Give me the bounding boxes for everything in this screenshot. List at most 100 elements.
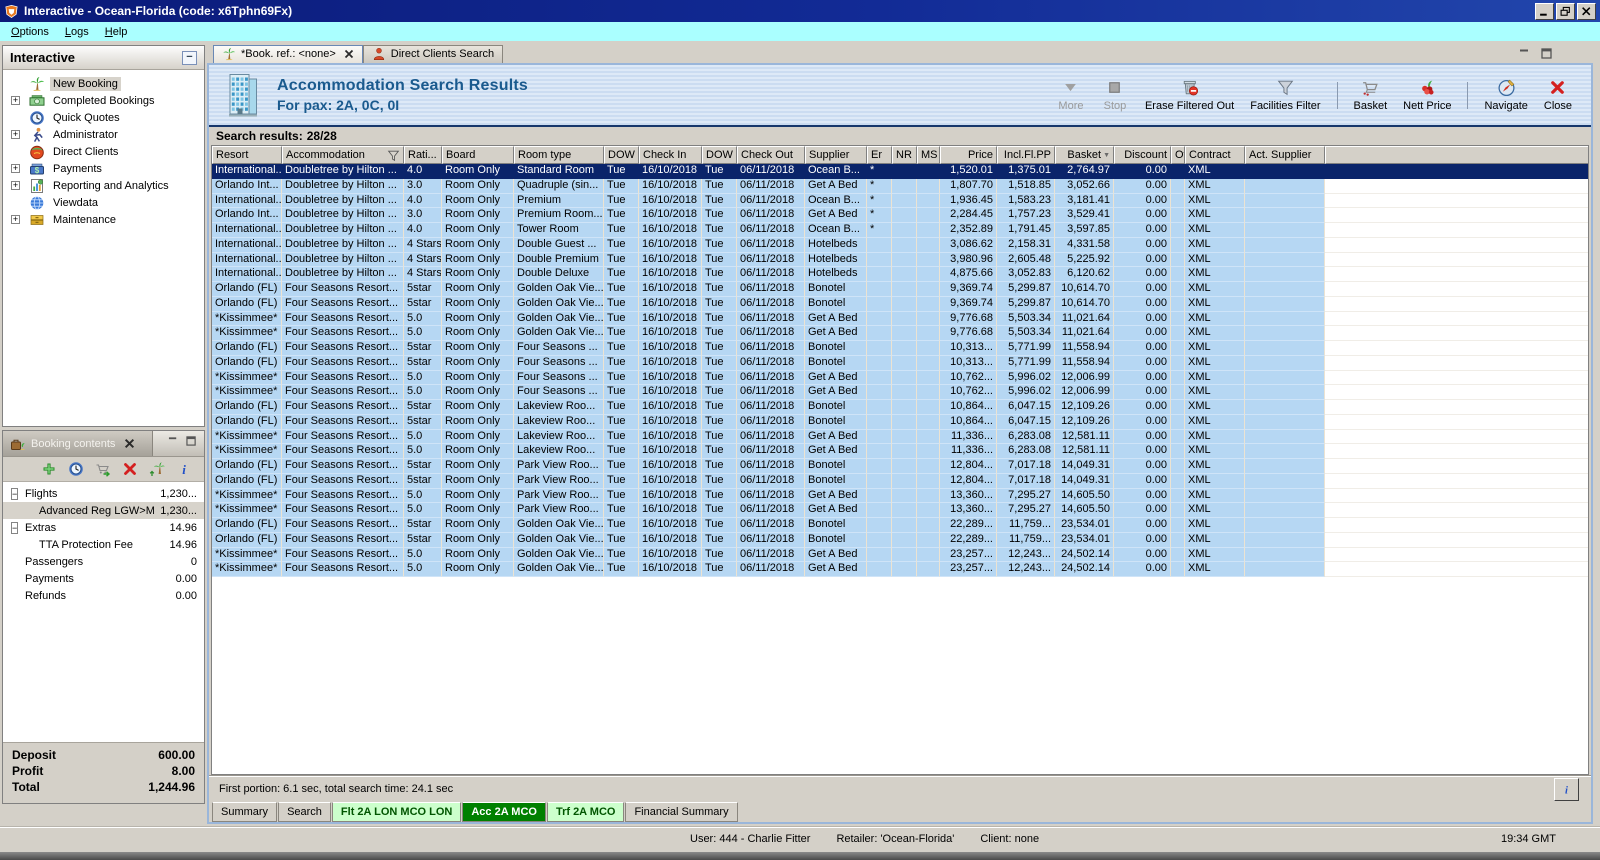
column-header-contract[interactable]: Contract bbox=[1185, 146, 1245, 164]
menu-logs[interactable]: Logs bbox=[57, 24, 97, 40]
quote-icon[interactable] bbox=[68, 461, 84, 477]
table-row[interactable]: *Kissimmee* Four Seasons Resort... 5.0 Room… bbox=[212, 429, 1588, 445]
collapse-panel-button[interactable]: − bbox=[182, 50, 197, 65]
table-row[interactable]: International... Doubletree by Hilton ...… bbox=[212, 252, 1588, 268]
table-row[interactable]: Orlando (FL) Four Seasons Resort... 5star R… bbox=[212, 282, 1588, 297]
table-row[interactable]: Orlando Int... Doubletree by Hilton ... 3.… bbox=[212, 178, 1588, 194]
sidebar-item-direct-clients[interactable]: Direct Clients bbox=[3, 143, 204, 160]
info-icon[interactable]: i bbox=[176, 461, 192, 477]
table-row[interactable]: Orlando (FL) Four Seasons Resort... 5star R… bbox=[212, 355, 1588, 371]
bottom-tab-financial-summary[interactable]: Financial Summary bbox=[625, 802, 738, 822]
booking-row-tta-protection-fee[interactable]: TTA Protection Fee 14.96 bbox=[3, 536, 204, 553]
booking-row-advanced-reg-lgw-m[interactable]: Advanced Reg LGW>M 1,230... bbox=[3, 502, 204, 519]
column-header-price[interactable]: Price bbox=[940, 146, 997, 164]
table-row[interactable]: International... Doubletree by Hilton ...… bbox=[212, 193, 1588, 209]
table-row[interactable]: International... Doubletree by Hilton ...… bbox=[212, 164, 1588, 179]
table-row[interactable]: *Kissimmee* Four Seasons Resort... 5.0 Room… bbox=[212, 444, 1588, 459]
table-row[interactable]: Orlando (FL) Four Seasons Resort... 5star R… bbox=[212, 473, 1588, 489]
collapse-toggle[interactable]: − bbox=[11, 521, 19, 534]
basket-button[interactable]: Basket bbox=[1347, 74, 1395, 117]
facilities-filter-button[interactable]: Facilities Filter bbox=[1243, 74, 1327, 117]
table-row[interactable]: Orlando Int... Doubletree by Hilton ... 3.… bbox=[212, 208, 1588, 223]
stop-button[interactable]: Stop bbox=[1094, 74, 1136, 117]
menu-help[interactable]: Help bbox=[97, 24, 136, 40]
minimize-button[interactable] bbox=[1535, 2, 1554, 20]
column-header-board[interactable]: Board bbox=[442, 146, 514, 164]
table-row[interactable]: Orlando (FL) Four Seasons Resort... 5star R… bbox=[212, 518, 1588, 533]
mdi-maximize-icon[interactable] bbox=[1541, 48, 1553, 59]
column-header-supplier[interactable]: Supplier bbox=[805, 146, 867, 164]
cart-go-icon[interactable] bbox=[95, 461, 111, 477]
column-header-basket[interactable]: Basket ▼ bbox=[1055, 146, 1114, 164]
column-header-dow[interactable]: DOW bbox=[702, 146, 737, 164]
booking-row-passengers[interactable]: Passengers 0 bbox=[3, 553, 204, 570]
menu-options[interactable]: Options bbox=[3, 24, 57, 40]
close-panel-icon[interactable] bbox=[124, 438, 135, 449]
close-window-button[interactable] bbox=[1577, 2, 1596, 20]
table-row[interactable]: International... Doubletree by Hilton ...… bbox=[212, 223, 1588, 238]
delete-icon[interactable] bbox=[122, 461, 138, 477]
table-row[interactable]: *Kissimmee* Four Seasons Resort... 5.0 Room… bbox=[212, 503, 1588, 518]
bottom-tab-summary[interactable]: Summary bbox=[212, 802, 278, 822]
booking-row-extras[interactable]: − Extras 14.96 bbox=[3, 519, 204, 536]
bottom-tab-trf-2a-mco[interactable]: Trf 2A MCO bbox=[546, 802, 625, 822]
table-row[interactable]: *Kissimmee* Four Seasons Resort... 5.0 Room… bbox=[212, 370, 1588, 386]
column-header-room-type[interactable]: Room type bbox=[514, 146, 604, 164]
table-row[interactable]: Orlando (FL) Four Seasons Resort... 5star R… bbox=[212, 414, 1588, 430]
column-header-check-out[interactable]: Check Out bbox=[737, 146, 805, 164]
table-row[interactable]: Orlando (FL) Four Seasons Resort... 5star R… bbox=[212, 296, 1588, 312]
table-row[interactable]: International... Doubletree by Hilton ...… bbox=[212, 267, 1588, 282]
sidebar-item-payments[interactable]: + $ Payments bbox=[3, 160, 204, 177]
column-header-act-supplier[interactable]: Act. Supplier bbox=[1245, 146, 1325, 164]
table-row[interactable]: Orlando (FL) Four Seasons Resort... 5star R… bbox=[212, 532, 1588, 548]
expand-toggle[interactable]: + bbox=[11, 130, 20, 139]
column-header-dow[interactable]: DOW bbox=[604, 146, 639, 164]
column-header-discount[interactable]: Discount bbox=[1114, 146, 1171, 164]
tab-direct-clients-search[interactable]: Direct Clients Search bbox=[362, 45, 504, 63]
table-row[interactable]: *Kissimmee* Four Seasons Resort... 5.0 Room… bbox=[212, 562, 1588, 577]
restore-button[interactable] bbox=[1556, 2, 1575, 20]
sidebar-item-administrator[interactable]: + Administrator bbox=[3, 126, 204, 143]
expand-toggle[interactable]: + bbox=[11, 164, 20, 173]
table-row[interactable]: Orlando (FL) Four Seasons Resort... 5star R… bbox=[212, 341, 1588, 356]
expand-toggle[interactable]: + bbox=[11, 215, 20, 224]
sidebar-item-maintenance[interactable]: + Maintenance bbox=[3, 211, 204, 228]
booking-row-refunds[interactable]: Refunds 0.00 bbox=[3, 587, 204, 604]
column-header-accommodation[interactable]: Accommodation bbox=[282, 146, 404, 164]
table-row[interactable]: *Kissimmee* Four Seasons Resort... 5.0 Room… bbox=[212, 488, 1588, 504]
column-header-rati[interactable]: Rati... bbox=[404, 146, 442, 164]
navigate-button[interactable]: Navigate bbox=[1477, 74, 1534, 117]
table-row[interactable]: Orlando (FL) Four Seasons Resort... 5star R… bbox=[212, 459, 1588, 474]
collapse-toggle[interactable]: − bbox=[11, 487, 19, 500]
table-row[interactable]: *Kissimmee* Four Seasons Resort... 5.0 Room… bbox=[212, 311, 1588, 327]
mdi-minimize-icon[interactable] bbox=[1519, 48, 1531, 59]
column-header-ms[interactable]: MS bbox=[917, 146, 940, 164]
panel-minimize-icon[interactable] bbox=[168, 436, 179, 446]
close-tab-icon[interactable] bbox=[344, 49, 354, 59]
erase-filtered-out-button[interactable]: Erase Filtered Out bbox=[1138, 74, 1241, 117]
filter-icon[interactable] bbox=[387, 149, 400, 162]
bottom-tab-flt-2a-lon-mco-lon[interactable]: Flt 2A LON MCO LON bbox=[331, 802, 462, 822]
info-button[interactable]: i bbox=[1554, 778, 1579, 801]
table-row[interactable]: *Kissimmee* Four Seasons Resort... 5.0 Room… bbox=[212, 385, 1588, 400]
booking-row-flights[interactable]: − Flights 1,230... bbox=[3, 485, 204, 502]
booking-contents-tab[interactable]: Booking contents bbox=[3, 431, 153, 456]
table-row[interactable]: Orlando (FL) Four Seasons Resort... 5star R… bbox=[212, 400, 1588, 415]
sidebar-item-viewdata[interactable]: Viewdata bbox=[3, 194, 204, 211]
column-header-er[interactable]: Er bbox=[867, 146, 892, 164]
sidebar-item-quick-quotes[interactable]: Quick Quotes bbox=[3, 109, 204, 126]
add-icon[interactable] bbox=[41, 461, 57, 477]
booking-row-payments[interactable]: Payments 0.00 bbox=[3, 570, 204, 587]
nett-price-button[interactable]: Nett Price bbox=[1396, 74, 1458, 117]
sidebar-item-reporting-and-analytics[interactable]: + Reporting and Analytics bbox=[3, 177, 204, 194]
column-header-check-in[interactable]: Check In bbox=[639, 146, 702, 164]
tab-book-ref-none[interactable]: *Book. ref.: <none> bbox=[213, 45, 363, 63]
sidebar-item-new-booking[interactable]: New Booking bbox=[3, 75, 204, 92]
table-row[interactable]: *Kissimmee* Four Seasons Resort... 5.0 Room… bbox=[212, 547, 1588, 563]
palm-up-icon[interactable] bbox=[149, 461, 165, 477]
expand-toggle[interactable]: + bbox=[11, 96, 20, 105]
column-header-incl-fl-pp[interactable]: Incl.Fl.PP bbox=[997, 146, 1055, 164]
bottom-tab-search[interactable]: Search bbox=[278, 802, 331, 822]
more-button[interactable]: More bbox=[1050, 74, 1092, 117]
table-row[interactable]: International... Doubletree by Hilton ...… bbox=[212, 237, 1588, 253]
